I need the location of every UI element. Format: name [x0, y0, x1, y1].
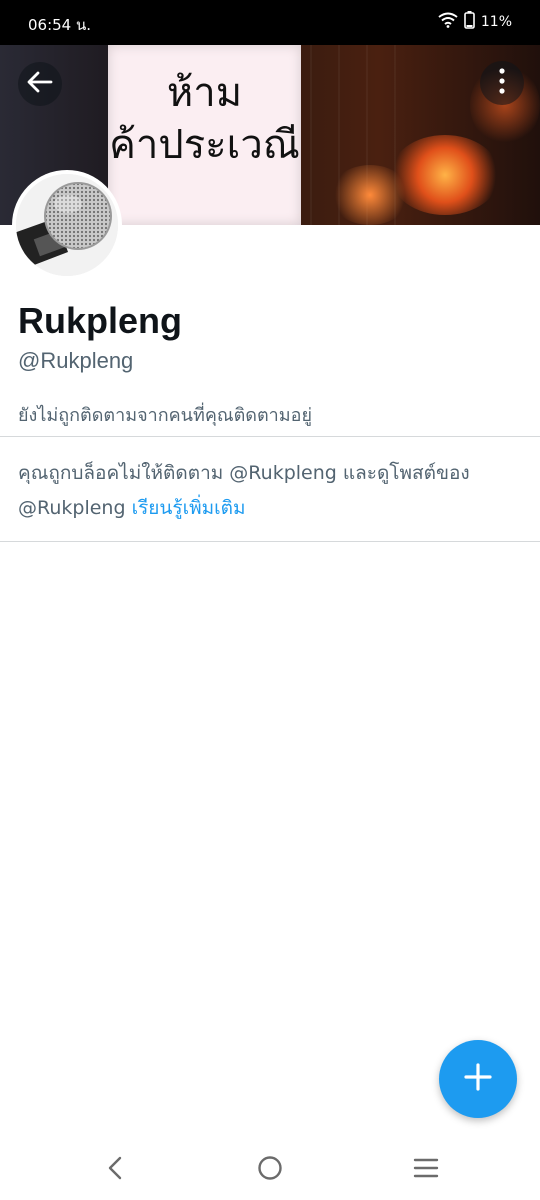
circle-home-icon [257, 1155, 283, 1185]
system-navigation-bar [0, 1140, 540, 1200]
divider [0, 541, 540, 542]
banner-light [330, 165, 410, 225]
divider [0, 436, 540, 437]
system-recents-button[interactable] [406, 1150, 446, 1190]
plus-icon [464, 1063, 492, 1095]
microphone-icon [16, 174, 118, 276]
banner-sign-text: ค้าประเวณี [109, 122, 300, 168]
menu-icon [413, 1157, 439, 1183]
profile-handle: @Rukpleng [18, 348, 134, 373]
status-bar: 06:54 น. 11% [0, 0, 540, 45]
chevron-left-icon [107, 1156, 123, 1184]
status-time: 06:54 น. [28, 16, 92, 34]
system-back-button[interactable] [95, 1150, 135, 1190]
banner-sign-text: ห้าม [166, 70, 243, 116]
arrow-left-icon [27, 71, 53, 97]
status-indicators: 11% [438, 11, 512, 33]
battery-level: 11% [480, 14, 512, 30]
blocked-notice: คุณถูกบล็อคไม่ให้ติดตาม @Rukpleng และดูโ… [18, 456, 518, 526]
more-options-button[interactable] [480, 61, 524, 105]
wifi-icon [438, 12, 458, 32]
compose-button[interactable] [439, 1040, 517, 1118]
more-vertical-icon [499, 68, 505, 98]
battery-icon [464, 11, 475, 33]
profile-name: Rukpleng [18, 300, 183, 341]
back-button[interactable] [18, 62, 62, 106]
learn-more-link[interactable]: เรียนรู้เพิ่มเติม [132, 497, 246, 519]
avatar[interactable] [12, 170, 122, 280]
banner-sign: ห้าม ค้าประเวณี [108, 45, 301, 225]
follow-status: ยังไม่ถูกติดตามจากคนที่คุณติดตามอยู่ [18, 405, 312, 426]
system-home-button[interactable] [250, 1150, 290, 1190]
